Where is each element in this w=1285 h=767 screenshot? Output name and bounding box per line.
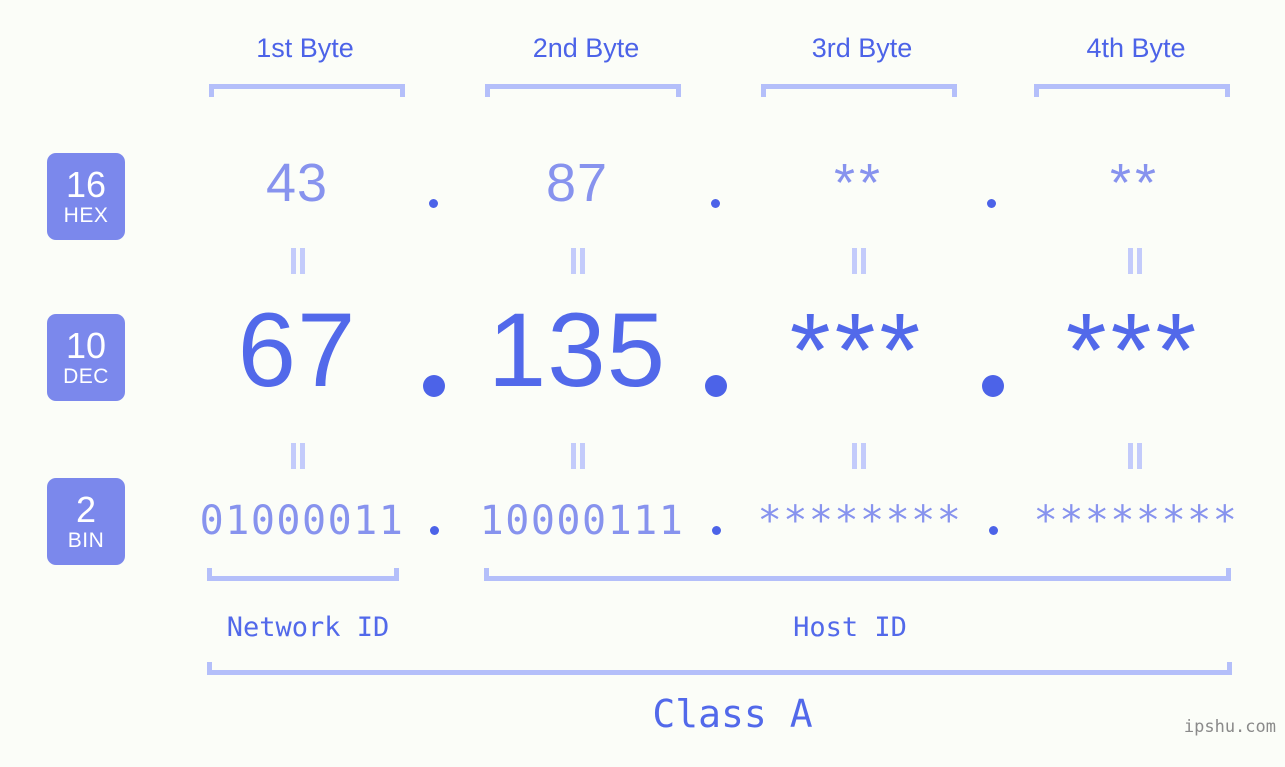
dec-byte-2: 135	[487, 292, 667, 409]
hex-separator-dot-1	[429, 199, 438, 208]
bin-byte-1: 01000011	[199, 498, 405, 544]
byte-bracket-top-2	[485, 84, 681, 97]
dec-separator-dot-1	[423, 375, 445, 397]
equals-mark-dec-bin-1	[288, 443, 308, 469]
equals-mark-hex-dec-1	[288, 248, 308, 274]
dec-byte-4: ***	[1065, 292, 1201, 409]
class-bracket	[207, 662, 1232, 675]
ip-address-breakdown-diagram: 1st Byte 2nd Byte 3rd Byte 4th Byte 16 H…	[0, 0, 1285, 767]
dec-byte-3: ***	[789, 292, 925, 409]
byte-header-3: 3rd Byte	[811, 33, 913, 63]
hex-byte-4: **	[1109, 153, 1161, 213]
byte-bracket-top-4	[1034, 84, 1230, 97]
radix-badge-bin-number: 2	[75, 489, 97, 530]
radix-badge-dec-number: 10	[65, 325, 107, 366]
bin-separator-dot-2	[712, 526, 721, 535]
network-id-bracket	[207, 568, 399, 581]
radix-badge-dec-name: DEC	[63, 365, 109, 388]
bin-separator-dot-1	[430, 526, 439, 535]
bin-byte-2: 10000111	[479, 498, 685, 544]
dec-separator-dot-3	[982, 375, 1004, 397]
dec-separator-dot-2	[705, 375, 727, 397]
radix-badge-hex-number: 16	[65, 164, 107, 205]
radix-badge-bin[interactable]: 2 BIN	[47, 478, 125, 565]
byte-header-4: 4th Byte	[1086, 33, 1186, 63]
equals-mark-hex-dec-4	[1125, 248, 1145, 274]
hex-byte-1: 43	[265, 153, 329, 213]
host-id-label: Host ID	[793, 612, 907, 643]
bin-byte-4: ********	[1033, 498, 1239, 544]
radix-badge-hex[interactable]: 16 HEX	[47, 153, 125, 240]
byte-bracket-top-3	[761, 84, 957, 97]
bin-byte-3: ********	[757, 498, 963, 544]
site-watermark: ipshu.com	[1183, 717, 1276, 737]
byte-bracket-top-1	[209, 84, 405, 97]
hex-separator-dot-3	[987, 199, 996, 208]
equals-mark-hex-dec-2	[568, 248, 588, 274]
class-label: Class A	[652, 692, 813, 736]
bin-separator-dot-3	[989, 526, 998, 535]
radix-badge-bin-name: BIN	[67, 529, 105, 552]
equals-mark-hex-dec-3	[849, 248, 869, 274]
equals-mark-dec-bin-4	[1125, 443, 1145, 469]
dec-byte-1: 67	[237, 292, 357, 409]
byte-header-1: 1st Byte	[256, 33, 354, 63]
network-id-label: Network ID	[226, 612, 390, 643]
byte-header-2: 2nd Byte	[532, 33, 640, 63]
equals-mark-dec-bin-3	[849, 443, 869, 469]
hex-byte-2: 87	[545, 153, 609, 213]
hex-byte-3: **	[833, 153, 885, 213]
radix-badge-hex-name: HEX	[63, 204, 109, 227]
hex-separator-dot-2	[711, 199, 720, 208]
radix-badge-dec[interactable]: 10 DEC	[47, 314, 125, 401]
equals-mark-dec-bin-2	[568, 443, 588, 469]
host-id-bracket	[484, 568, 1231, 581]
